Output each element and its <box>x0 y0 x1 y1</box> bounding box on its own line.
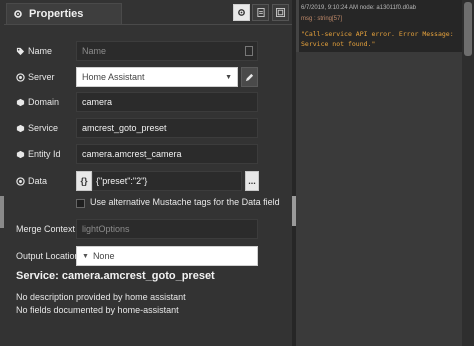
edit-server-button[interactable] <box>241 67 258 87</box>
gear-icon <box>14 10 22 18</box>
tab-properties-label: Properties <box>29 8 84 20</box>
output-location-label: Output Location <box>16 251 80 261</box>
mustache-checkbox[interactable] <box>76 199 85 208</box>
service-label: Service <box>16 123 58 133</box>
caret-down-icon: ▼ <box>225 74 232 81</box>
service-title: Service: camera.amcrest_goto_preset <box>16 270 215 282</box>
dot-circle-icon <box>16 176 25 186</box>
description-button[interactable] <box>252 4 269 21</box>
debug-meta: 6/7/2019, 9:10:24 AM node: a13011f0.d0ab <box>301 5 416 11</box>
settings-button[interactable] <box>233 4 250 21</box>
output-location-select[interactable]: ▼ None <box>76 246 258 266</box>
service-fields-note: No fields documented by home-assistant <box>16 305 179 315</box>
debug-type[interactable]: msg : string[57] <box>301 16 342 22</box>
appearance-button[interactable] <box>272 4 289 21</box>
server-select[interactable]: Home Assistant ▼ <box>76 67 238 87</box>
service-description: No description provided by home assistan… <box>16 292 186 302</box>
service-input[interactable]: amcrest_goto_preset <box>76 118 258 138</box>
cube-icon <box>16 124 25 132</box>
data-type-button[interactable]: {} <box>76 171 92 191</box>
mustache-label: Use alternative Mustache tags for the Da… <box>90 197 280 207</box>
book-icon[interactable] <box>245 46 253 56</box>
debug-scroll-thumb[interactable] <box>464 2 472 56</box>
pencil-icon <box>245 73 254 81</box>
name-input[interactable]: Name <box>76 41 258 61</box>
merge-context-input[interactable]: lightOptions <box>76 219 258 239</box>
domain-input[interactable]: camera <box>76 92 258 112</box>
name-label: Name <box>16 46 52 56</box>
data-label: Data <box>16 176 47 186</box>
data-expand-button[interactable]: ... <box>245 171 259 191</box>
layout-icon <box>276 8 285 17</box>
dot-circle-icon <box>16 72 25 82</box>
entity-id-input[interactable]: camera.amcrest_camera <box>76 144 258 164</box>
debug-text: "Call-service API error. Error Message: … <box>301 30 454 48</box>
caret-down-icon: ▼ <box>82 252 89 260</box>
gear-icon <box>238 9 245 16</box>
domain-label: Domain <box>16 97 59 107</box>
entity-id-label: Entity Id <box>16 149 61 159</box>
header-divider <box>4 24 292 25</box>
file-text-icon <box>256 8 265 17</box>
cube-icon <box>16 98 25 106</box>
cube-icon <box>16 150 25 158</box>
tab-properties[interactable]: Properties <box>6 3 122 24</box>
tag-icon <box>16 47 25 55</box>
left-edge-scroll-handle[interactable] <box>0 196 4 228</box>
server-label: Server <box>16 72 55 82</box>
merge-context-label: Merge Context <box>16 224 76 234</box>
data-input[interactable]: {"preset":"2"} <box>92 171 242 191</box>
